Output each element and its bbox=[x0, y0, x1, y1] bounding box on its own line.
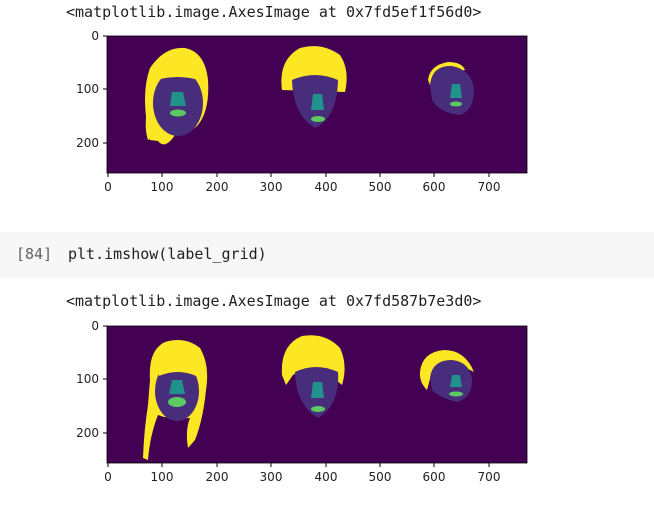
x-axis-2: 0 100 200 300 400 500 600 700 bbox=[104, 463, 500, 484]
y-tick-label: 0 bbox=[91, 319, 99, 333]
x-tick-label: 0 bbox=[104, 470, 112, 484]
x-tick-label: 500 bbox=[369, 180, 392, 194]
x-tick-label: 200 bbox=[206, 470, 229, 484]
x-tick-label: 400 bbox=[315, 470, 338, 484]
x-tick-label: 500 bbox=[369, 470, 392, 484]
code-cell[interactable]: [84] plt.imshow(label_grid) bbox=[0, 232, 654, 278]
image-plot-1: 0 100 200 0 100 200 300 400 500 600 700 bbox=[76, 29, 528, 194]
y-tick-label: 200 bbox=[76, 426, 99, 440]
y-tick-label: 100 bbox=[76, 372, 99, 386]
x-axis-1: 0 100 200 300 400 500 600 700 bbox=[104, 173, 500, 194]
x-tick-label: 100 bbox=[151, 180, 174, 194]
x-tick-label: 700 bbox=[478, 180, 501, 194]
x-tick-label: 600 bbox=[423, 470, 446, 484]
x-tick-label: 200 bbox=[206, 180, 229, 194]
x-tick-label: 100 bbox=[151, 470, 174, 484]
x-tick-label: 300 bbox=[260, 180, 283, 194]
x-tick-label: 600 bbox=[423, 180, 446, 194]
x-tick-label: 400 bbox=[315, 180, 338, 194]
y-tick-label: 0 bbox=[91, 29, 99, 43]
y-tick-label: 100 bbox=[76, 82, 99, 96]
x-tick-label: 0 bbox=[104, 180, 112, 194]
y-tick-label: 200 bbox=[76, 136, 99, 150]
output-text-2: <matplotlib.image.AxesImage at 0x7fd587b… bbox=[66, 292, 482, 310]
y-axis-1: 0 100 200 bbox=[76, 29, 107, 150]
y-axis-2: 0 100 200 bbox=[76, 319, 107, 440]
image-plot-2: 0 100 200 0 100 200 300 400 500 600 700 bbox=[76, 319, 528, 484]
code-editor[interactable]: plt.imshow(label_grid) bbox=[68, 245, 267, 263]
x-tick-label: 700 bbox=[478, 470, 501, 484]
x-tick-label: 300 bbox=[260, 470, 283, 484]
execution-count: [84] bbox=[16, 245, 53, 263]
